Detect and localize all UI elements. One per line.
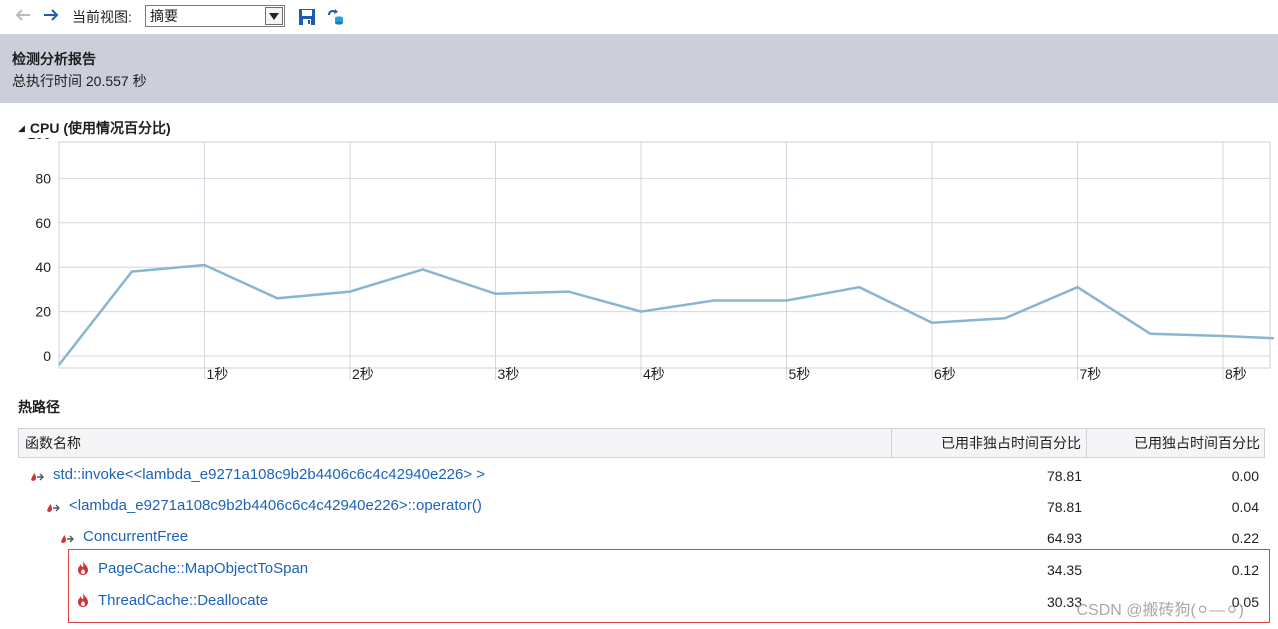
- x-tick-label: 4秒: [643, 366, 665, 382]
- exclusive-percent: 0.04: [1231, 499, 1259, 515]
- column-header-exclusive-percent[interactable]: 已用独占时间百分比: [1086, 429, 1264, 457]
- x-tick-label: 5秒: [789, 366, 811, 382]
- x-tick-label: 1秒: [207, 366, 229, 382]
- table-row[interactable]: std::invoke<<lambda_e9271a108c9b2b4406c6…: [18, 460, 1265, 490]
- chart-plot-area: [58, 141, 1271, 369]
- x-tick-label: 3秒: [498, 366, 520, 382]
- hot-path-table: 函数名称 已用非独占时间百分比 已用独占时间百分比 std::invoke<<l…: [18, 428, 1265, 610]
- hot-path-icon: [46, 500, 60, 516]
- inclusive-percent: 64.93: [1046, 530, 1082, 546]
- column-header-function-name[interactable]: 函数名称: [25, 429, 81, 457]
- y-tick-label: 60: [35, 215, 51, 231]
- toolbar: 当前视图: 摘要: [0, 0, 1278, 34]
- chart-y-ticks: 100 80 60 40 20 0: [28, 138, 52, 364]
- arrow-left-icon[interactable]: [12, 6, 34, 28]
- x-tick-label: 6秒: [934, 366, 956, 382]
- report-title: 检测分析报告: [12, 51, 96, 67]
- hot-path-icon: [60, 531, 74, 547]
- view-select-value: 摘要: [150, 8, 178, 24]
- hot-path-title: 热路径: [18, 399, 60, 415]
- x-tick-label: 8秒: [1225, 366, 1247, 382]
- current-view-label: 当前视图:: [72, 9, 132, 25]
- chevron-down-icon[interactable]: [265, 7, 283, 25]
- table-row[interactable]: ConcurrentFree 64.93 0.22: [18, 522, 1265, 552]
- report-header: 检测分析报告 总执行时间 20.557 秒: [0, 34, 1278, 103]
- exclusive-percent: 0.22: [1231, 530, 1259, 546]
- y-tick-label: 100: [28, 138, 52, 142]
- hot-path-icon: [30, 469, 44, 485]
- y-tick-label: 80: [35, 170, 51, 186]
- watermark: CSDN @搬砖狗(⚪︎—⚪︎): [1076, 602, 1245, 619]
- column-header-inclusive-percent[interactable]: 已用非独占时间百分比: [891, 429, 1085, 457]
- y-tick-label: 40: [35, 259, 51, 275]
- view-select[interactable]: 摘要: [145, 5, 285, 27]
- inclusive-percent: 78.81: [1046, 468, 1082, 484]
- exclusive-percent: 0.00: [1231, 468, 1259, 484]
- function-name[interactable]: <lambda_e9271a108c9b2b4406c6c4c42940e226…: [69, 497, 482, 515]
- cpu-section-header[interactable]: ◢ CPU (使用情况百分比): [18, 119, 171, 137]
- y-tick-label: 20: [35, 304, 51, 320]
- arrow-right-icon[interactable]: [40, 6, 62, 28]
- function-name[interactable]: std::invoke<<lambda_e9271a108c9b2b4406c6…: [53, 466, 485, 484]
- x-tick-label: 2秒: [352, 366, 374, 382]
- export-icon[interactable]: [327, 8, 345, 29]
- total-execution-time: 总执行时间 20.557 秒: [12, 73, 147, 89]
- cpu-title: CPU (使用情况百分比): [29, 120, 171, 136]
- inclusive-percent: 78.81: [1046, 499, 1082, 515]
- cpu-usage-chart: 100 80 60 40 20 0 1秒 2秒 3秒 4秒 5秒 6秒 7秒 8秒: [28, 138, 1274, 382]
- function-name[interactable]: ConcurrentFree: [83, 528, 188, 546]
- table-row[interactable]: <lambda_e9271a108c9b2b4406c6c4c42940e226…: [18, 491, 1265, 521]
- x-tick-label: 7秒: [1080, 366, 1102, 382]
- y-tick-label: 0: [43, 348, 51, 364]
- save-icon[interactable]: [298, 8, 316, 29]
- collapse-triangle-icon[interactable]: ◢: [18, 119, 25, 137]
- table-header: 函数名称 已用非独占时间百分比 已用独占时间百分比: [18, 428, 1265, 458]
